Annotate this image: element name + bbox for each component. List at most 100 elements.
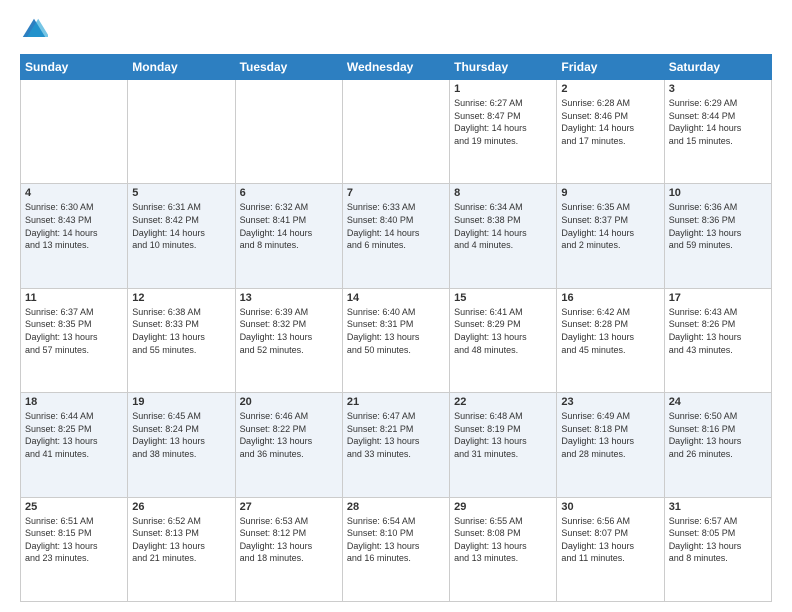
day-info: Sunrise: 6:47 AM Sunset: 8:21 PM Dayligh…	[347, 410, 445, 460]
logo	[20, 16, 52, 44]
calendar-table: SundayMondayTuesdayWednesdayThursdayFrid…	[20, 54, 772, 602]
day-number: 13	[240, 292, 338, 304]
day-number: 10	[669, 187, 767, 199]
calendar-cell: 20Sunrise: 6:46 AM Sunset: 8:22 PM Dayli…	[235, 393, 342, 497]
day-number: 20	[240, 396, 338, 408]
day-info: Sunrise: 6:39 AM Sunset: 8:32 PM Dayligh…	[240, 306, 338, 356]
calendar-cell: 18Sunrise: 6:44 AM Sunset: 8:25 PM Dayli…	[21, 393, 128, 497]
day-info: Sunrise: 6:56 AM Sunset: 8:07 PM Dayligh…	[561, 515, 659, 565]
calendar-cell: 25 Sunrise: 6:51 AM Sunset: 8:15 PM Dayli…	[21, 497, 128, 601]
calendar-cell: 2 Sunrise: 6:28 AM Sunset: 8:46 PM Daylig…	[557, 80, 664, 184]
calendar-cell: 21 Sunrise: 6:47 AM Sunset: 8:21 PM Dayli…	[342, 393, 449, 497]
calendar-cell: 9 Sunrise: 6:35 AM Sunset: 8:37 PM Daylig…	[557, 184, 664, 288]
day-number: 15	[454, 292, 552, 304]
calendar-cell: 27 Sunrise: 6:53 AM Sunset: 8:12 PM Dayli…	[235, 497, 342, 601]
calendar-cell: 16 Sunrise: 6:42 AM Sunset: 8:28 PM Dayli…	[557, 288, 664, 392]
day-info: Sunrise: 6:29 AM Sunset: 8:44 PM Dayligh…	[669, 97, 767, 147]
day-info: Sunrise: 6:28 AM Sunset: 8:46 PM Dayligh…	[561, 97, 659, 147]
day-number: 9	[561, 187, 659, 199]
day-info: Sunrise: 6:34 AM Sunset: 8:38 PM Dayligh…	[454, 201, 552, 251]
day-number: 12	[132, 292, 230, 304]
day-number: 30	[561, 501, 659, 513]
calendar-cell: 6 Sunrise: 6:32 AM Sunset: 8:41 PM Daylig…	[235, 184, 342, 288]
day-number: 3	[669, 83, 767, 95]
day-info: Sunrise: 6:30 AM Sunset: 8:43 PM Dayligh…	[25, 201, 123, 251]
day-number: 24	[669, 396, 767, 408]
day-info: Sunrise: 6:27 AM Sunset: 8:47 PM Dayligh…	[454, 97, 552, 147]
day-number: 1	[454, 83, 552, 95]
day-number: 2	[561, 83, 659, 95]
calendar-cell: 26 Sunrise: 6:52 AM Sunset: 8:13 PM Dayli…	[128, 497, 235, 601]
weekday-header-row: SundayMondayTuesdayWednesdayThursdayFrid…	[21, 55, 772, 80]
week-row-4: 18Sunrise: 6:44 AM Sunset: 8:25 PM Dayli…	[21, 393, 772, 497]
calendar-cell: 24 Sunrise: 6:50 AM Sunset: 8:16 PM Dayli…	[664, 393, 771, 497]
day-number: 25	[25, 501, 123, 513]
day-info: Sunrise: 6:44 AM Sunset: 8:25 PM Dayligh…	[25, 410, 123, 460]
day-number: 29	[454, 501, 552, 513]
calendar-cell: 22 Sunrise: 6:48 AM Sunset: 8:19 PM Dayli…	[450, 393, 557, 497]
week-row-3: 11 Sunrise: 6:37 AM Sunset: 8:35 PM Dayli…	[21, 288, 772, 392]
calendar-cell: 4 Sunrise: 6:30 AM Sunset: 8:43 PM Daylig…	[21, 184, 128, 288]
day-number: 16	[561, 292, 659, 304]
week-row-2: 4 Sunrise: 6:30 AM Sunset: 8:43 PM Daylig…	[21, 184, 772, 288]
calendar-cell: 5 Sunrise: 6:31 AM Sunset: 8:42 PM Daylig…	[128, 184, 235, 288]
day-info: Sunrise: 6:36 AM Sunset: 8:36 PM Dayligh…	[669, 201, 767, 251]
weekday-header-tuesday: Tuesday	[235, 55, 342, 80]
day-number: 26	[132, 501, 230, 513]
day-info: Sunrise: 6:35 AM Sunset: 8:37 PM Dayligh…	[561, 201, 659, 251]
day-info: Sunrise: 6:37 AM Sunset: 8:35 PM Dayligh…	[25, 306, 123, 356]
calendar-cell: 3 Sunrise: 6:29 AM Sunset: 8:44 PM Daylig…	[664, 80, 771, 184]
calendar-cell	[235, 80, 342, 184]
day-number: 28	[347, 501, 445, 513]
calendar-cell: 15 Sunrise: 6:41 AM Sunset: 8:29 PM Dayli…	[450, 288, 557, 392]
week-row-1: 1 Sunrise: 6:27 AM Sunset: 8:47 PM Daylig…	[21, 80, 772, 184]
day-info: Sunrise: 6:43 AM Sunset: 8:26 PM Dayligh…	[669, 306, 767, 356]
day-number: 21	[347, 396, 445, 408]
day-number: 22	[454, 396, 552, 408]
day-number: 19	[132, 396, 230, 408]
weekday-header-sunday: Sunday	[21, 55, 128, 80]
day-info: Sunrise: 6:51 AM Sunset: 8:15 PM Dayligh…	[25, 515, 123, 565]
day-number: 11	[25, 292, 123, 304]
day-number: 5	[132, 187, 230, 199]
calendar-cell: 31Sunrise: 6:57 AM Sunset: 8:05 PM Dayli…	[664, 497, 771, 601]
day-number: 23	[561, 396, 659, 408]
weekday-header-friday: Friday	[557, 55, 664, 80]
day-info: Sunrise: 6:52 AM Sunset: 8:13 PM Dayligh…	[132, 515, 230, 565]
day-info: Sunrise: 6:57 AM Sunset: 8:05 PM Dayligh…	[669, 515, 767, 565]
day-info: Sunrise: 6:54 AM Sunset: 8:10 PM Dayligh…	[347, 515, 445, 565]
day-number: 27	[240, 501, 338, 513]
calendar-cell: 28 Sunrise: 6:54 AM Sunset: 8:10 PM Dayli…	[342, 497, 449, 601]
day-number: 4	[25, 187, 123, 199]
day-info: Sunrise: 6:45 AM Sunset: 8:24 PM Dayligh…	[132, 410, 230, 460]
day-info: Sunrise: 6:50 AM Sunset: 8:16 PM Dayligh…	[669, 410, 767, 460]
calendar-cell: 10 Sunrise: 6:36 AM Sunset: 8:36 PM Dayli…	[664, 184, 771, 288]
weekday-header-monday: Monday	[128, 55, 235, 80]
weekday-header-wednesday: Wednesday	[342, 55, 449, 80]
day-info: Sunrise: 6:33 AM Sunset: 8:40 PM Dayligh…	[347, 201, 445, 251]
day-number: 8	[454, 187, 552, 199]
day-info: Sunrise: 6:42 AM Sunset: 8:28 PM Dayligh…	[561, 306, 659, 356]
day-info: Sunrise: 6:40 AM Sunset: 8:31 PM Dayligh…	[347, 306, 445, 356]
calendar-cell	[128, 80, 235, 184]
calendar-cell: 30 Sunrise: 6:56 AM Sunset: 8:07 PM Dayli…	[557, 497, 664, 601]
page: SundayMondayTuesdayWednesdayThursdayFrid…	[0, 0, 792, 612]
day-info: Sunrise: 6:53 AM Sunset: 8:12 PM Dayligh…	[240, 515, 338, 565]
calendar-cell	[21, 80, 128, 184]
day-number: 6	[240, 187, 338, 199]
day-number: 7	[347, 187, 445, 199]
day-number: 14	[347, 292, 445, 304]
weekday-header-saturday: Saturday	[664, 55, 771, 80]
day-info: Sunrise: 6:38 AM Sunset: 8:33 PM Dayligh…	[132, 306, 230, 356]
calendar-cell: 19 Sunrise: 6:45 AM Sunset: 8:24 PM Dayli…	[128, 393, 235, 497]
day-info: Sunrise: 6:48 AM Sunset: 8:19 PM Dayligh…	[454, 410, 552, 460]
calendar-cell	[342, 80, 449, 184]
day-info: Sunrise: 6:32 AM Sunset: 8:41 PM Dayligh…	[240, 201, 338, 251]
calendar-cell: 23Sunrise: 6:49 AM Sunset: 8:18 PM Dayli…	[557, 393, 664, 497]
day-info: Sunrise: 6:41 AM Sunset: 8:29 PM Dayligh…	[454, 306, 552, 356]
header	[20, 16, 772, 44]
calendar-cell: 12 Sunrise: 6:38 AM Sunset: 8:33 PM Dayli…	[128, 288, 235, 392]
day-info: Sunrise: 6:31 AM Sunset: 8:42 PM Dayligh…	[132, 201, 230, 251]
weekday-header-thursday: Thursday	[450, 55, 557, 80]
day-info: Sunrise: 6:55 AM Sunset: 8:08 PM Dayligh…	[454, 515, 552, 565]
